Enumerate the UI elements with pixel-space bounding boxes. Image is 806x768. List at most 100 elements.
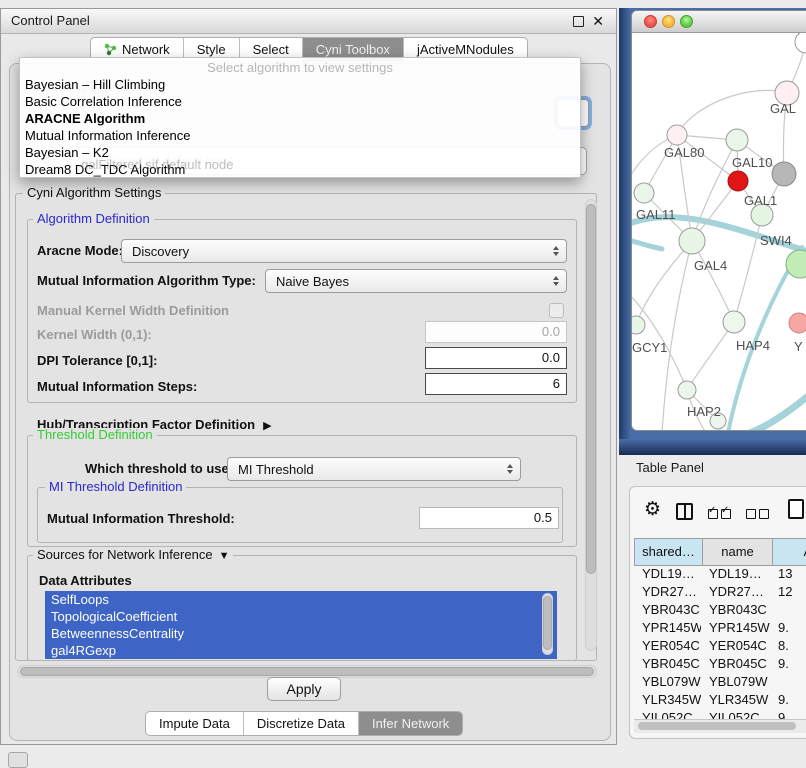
mi-steps-input[interactable]: 6 (425, 373, 567, 395)
table-cell: 9. (770, 619, 806, 637)
network-edge[interactable] (632, 239, 662, 249)
dpi-tolerance-input[interactable]: 0.0 (425, 347, 567, 369)
table-cell: YLR345W (701, 691, 770, 709)
table-row[interactable]: YPR145WYPR145W9. (634, 619, 806, 637)
sources-legend[interactable]: Sources for Network Inference (33, 548, 233, 563)
table-row[interactable]: YLR345WYLR345W9. (634, 691, 806, 709)
gear-icon[interactable] (644, 498, 661, 521)
network-edge[interactable] (662, 241, 692, 430)
attributes-vscrollbar[interactable] (542, 593, 553, 655)
dropdown-placeholder: Select algorithm to view settings (20, 60, 580, 76)
table-row[interactable]: YBR045CYBR045C9. (634, 655, 806, 673)
node-label-gal10: GAL10 (732, 155, 772, 170)
table-cell: YER054C (634, 637, 701, 655)
network-node[interactable] (678, 381, 696, 399)
table-row[interactable]: YER054CYER054C8. (634, 637, 806, 655)
minimize-traffic-light-icon[interactable] (662, 15, 675, 28)
tab-label: Infer Network (372, 712, 449, 735)
table-row[interactable]: YBL079WYBL079W (634, 673, 806, 691)
network-node[interactable] (726, 129, 748, 151)
dropdown-item-basic-correlation-inference[interactable]: Basic Correlation Inference (20, 93, 580, 110)
close-traffic-light-icon[interactable] (644, 15, 657, 28)
table-hscrollbar-thumb[interactable] (638, 722, 796, 730)
settings-vscrollbar[interactable] (585, 199, 597, 651)
network-edge[interactable] (692, 241, 734, 322)
network-panel-bottom-shadow (619, 439, 806, 455)
table-cell: YBL079W (634, 673, 701, 691)
table-cell: 9. (770, 691, 806, 709)
control-panel-title: Control Panel (11, 9, 90, 33)
float-window-icon[interactable] (573, 16, 584, 27)
attribute-item-selfloops[interactable]: SelfLoops (45, 591, 557, 608)
node-label-hap2: HAP2 (687, 404, 721, 419)
mi-algorithm-type-label: Mutual Information Algorithm Type: (37, 269, 256, 293)
network-node[interactable] (728, 171, 748, 191)
mi-algorithm-type-combobox[interactable]: Naive Bayes (265, 269, 567, 293)
column-header-shared-[interactable]: shared… (635, 539, 703, 566)
node-label-gal80: GAL80 (664, 145, 704, 160)
document-icon[interactable] (788, 499, 804, 519)
dock-panel-icon[interactable] (8, 752, 28, 768)
dropdown-item-bayesian-hill-climbing[interactable]: Bayesian – Hill Climbing (20, 76, 580, 93)
tab-impute-data[interactable]: Impute Data (146, 712, 244, 735)
table-cell: YER054C (701, 637, 770, 655)
node-label-gal1: GAL1 (744, 193, 777, 208)
network-node[interactable] (723, 311, 745, 333)
network-canvas[interactable]: GALGAL80GAL10GAL1GAL11SWI4GAL4GCY1HAP4YH… (632, 33, 806, 430)
select-all-columns-icon[interactable] (708, 507, 734, 522)
table-cell: YBR045C (634, 655, 701, 673)
split-columns-icon[interactable] (676, 503, 693, 520)
attribute-item-betweennesscentrality[interactable]: BetweennessCentrality (45, 625, 557, 642)
desktop: { "control_panel": { "title": "Control P… (0, 0, 806, 762)
attribute-item-gal4rgexp[interactable]: gal4RGexp (45, 642, 557, 659)
network-node[interactable] (632, 316, 645, 334)
attributes-vscrollbar-thumb[interactable] (543, 596, 552, 650)
settings-vscrollbar-thumb[interactable] (586, 204, 596, 574)
table-panel-title: Table Panel (636, 460, 704, 475)
mi-threshold-input[interactable]: 0.5 (419, 507, 559, 529)
deselect-all-columns-icon[interactable] (746, 507, 772, 522)
algorithm-definition-legend: Algorithm Definition (33, 212, 154, 226)
network-node[interactable] (634, 183, 654, 203)
table-row[interactable]: YDL19…YDL19…13 (634, 565, 806, 583)
tab-infer-network[interactable]: Infer Network (359, 712, 462, 735)
network-edge[interactable] (687, 322, 734, 390)
zoom-traffic-light-icon[interactable] (680, 15, 693, 28)
table-hscrollbar[interactable] (634, 719, 806, 733)
network-node[interactable] (667, 125, 687, 145)
tab-discretize-data[interactable]: Discretize Data (244, 712, 359, 735)
which-threshold-label: Which threshold to use: (85, 457, 233, 481)
threshold-definition-legend: Threshold Definition (33, 428, 157, 442)
table-cell: 13 (770, 565, 806, 583)
table-row[interactable]: YDR27…YDR27…12 (634, 583, 806, 601)
table-cell (770, 601, 806, 619)
settings-hscrollbar-thumb[interactable] (20, 667, 594, 676)
network-edge[interactable] (744, 379, 806, 430)
network-node[interactable] (786, 250, 806, 278)
network-window-titlebar (632, 11, 806, 33)
table-cell: YDR27… (701, 583, 770, 601)
attribute-item-topologicalcoefficient[interactable]: TopologicalCoefficient (45, 608, 557, 625)
apply-button[interactable]: Apply (267, 677, 341, 701)
network-node[interactable] (772, 162, 796, 186)
column-header-a[interactable]: A (773, 539, 806, 566)
dropdown-item-aracne-algorithm[interactable]: ARACNE Algorithm (20, 110, 580, 127)
network-node[interactable] (679, 228, 705, 254)
column-header-name[interactable]: name (703, 539, 773, 566)
table-cell: YDL19… (634, 565, 701, 583)
which-threshold-value: MI Threshold (238, 462, 314, 477)
network-node[interactable] (795, 33, 806, 53)
data-attributes-list[interactable]: SelfLoopsTopologicalCoefficientBetweenne… (45, 591, 557, 659)
network-panel-left-edge (619, 8, 631, 455)
dropdown-item-mutual-information-inference[interactable]: Mutual Information Inference (20, 127, 580, 144)
aracne-mode-value: Discovery (132, 244, 189, 259)
aracne-mode-combobox[interactable]: Discovery (121, 239, 567, 263)
kernel-width-input[interactable]: 0.0 (425, 321, 567, 343)
which-threshold-combobox[interactable]: MI Threshold (227, 457, 521, 481)
mi-threshold-legend: MI Threshold Definition (45, 480, 186, 494)
network-node[interactable] (789, 313, 806, 333)
table-row[interactable]: YBR043CYBR043C (634, 601, 806, 619)
table-cell: YBR043C (634, 601, 701, 619)
manual-kernel-width-checkbox[interactable] (549, 303, 564, 318)
close-icon[interactable] (592, 13, 604, 30)
